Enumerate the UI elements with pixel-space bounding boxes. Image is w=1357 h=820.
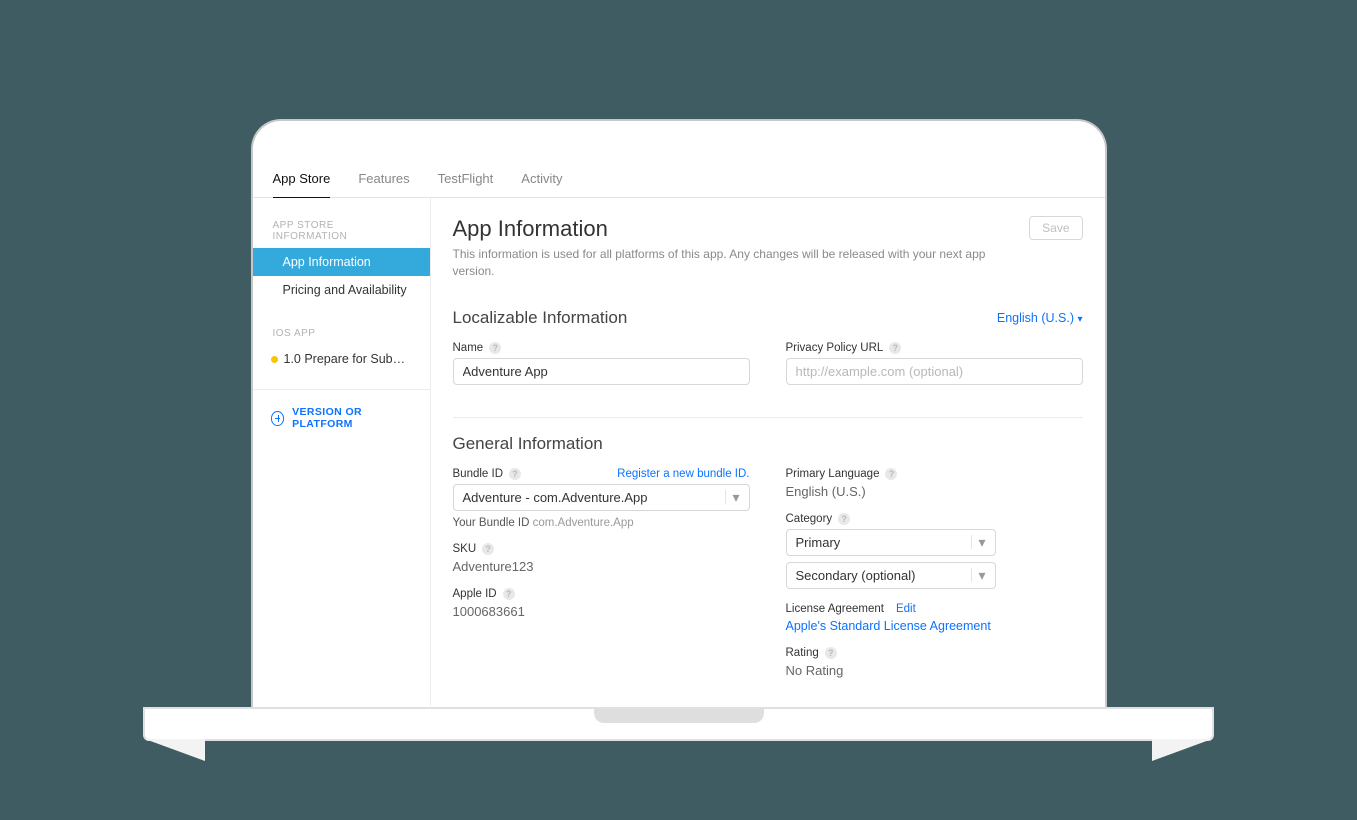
category-secondary-value: Secondary (optional) (796, 568, 916, 583)
chevron-down-icon: ▾ (725, 490, 739, 504)
help-icon[interactable]: ? (889, 342, 901, 354)
name-field-label: Name (453, 342, 484, 354)
register-bundle-id-link[interactable]: Register a new bundle ID. (617, 468, 749, 480)
help-icon[interactable]: ? (885, 468, 897, 480)
chevron-down-icon: ▾ (971, 568, 985, 582)
version-button-label: VERSION OR PLATFORM (292, 406, 411, 430)
license-agreement-link[interactable]: Apple's Standard License Agreement (786, 619, 1083, 633)
plus-circle-icon (271, 411, 285, 426)
primary-language-label: Primary Language (786, 468, 880, 480)
save-button[interactable]: Save (1029, 216, 1082, 240)
section-localizable-information: Localizable Information English (U.S.) ▾ (453, 308, 1083, 399)
name-input[interactable] (453, 358, 750, 385)
tab-activity[interactable]: Activity (521, 159, 562, 197)
laptop-mockup: App Store Features TestFlight Activity A… (143, 119, 1214, 741)
language-picker-label: English (U.S.) (997, 311, 1074, 325)
rating-label: Rating (786, 647, 819, 659)
chevron-down-icon: ▾ (1077, 314, 1082, 325)
sidebar-item-version-1-0[interactable]: 1.0 Prepare for Submiss… (253, 345, 430, 373)
language-picker[interactable]: English (U.S.) ▾ (997, 311, 1083, 325)
help-icon[interactable]: ? (825, 647, 837, 659)
sidebar: APP STORE INFORMATION App Information Pr… (253, 198, 431, 706)
category-primary-value: Primary (796, 535, 841, 550)
tab-features[interactable]: Features (358, 159, 409, 197)
sidebar-section-app-store-info: APP STORE INFORMATION (253, 212, 430, 248)
rating-value: No Rating (786, 663, 1083, 678)
page-title: App Information (453, 216, 1013, 242)
help-icon[interactable]: ? (838, 513, 850, 525)
category-secondary-select[interactable]: Secondary (optional) ▾ (786, 562, 996, 589)
privacy-url-label: Privacy Policy URL (786, 342, 884, 354)
help-icon[interactable]: ? (482, 543, 494, 555)
bundle-id-select[interactable]: Adventure - com.Adventure.App ▾ (453, 484, 750, 511)
bundle-id-label: Bundle ID (453, 468, 504, 480)
page-description: This information is used for all platfor… (453, 246, 1013, 280)
status-dot-icon (271, 356, 278, 363)
tab-app-store[interactable]: App Store (273, 159, 331, 198)
your-bundle-id-label: Your Bundle ID (453, 517, 530, 529)
license-agreement-label: License Agreement (786, 603, 884, 615)
your-bundle-id-value: com.Adventure.App (533, 517, 634, 529)
sku-label: SKU (453, 543, 477, 555)
trackpad-notch (594, 709, 764, 723)
license-edit-link[interactable]: Edit (896, 603, 916, 615)
section-heading-general: General Information (453, 434, 603, 454)
sidebar-section-ios-app: IOS APP (253, 320, 430, 345)
help-icon[interactable]: ? (509, 468, 521, 480)
top-tabs: App Store Features TestFlight Activity (253, 159, 1105, 198)
category-primary-select[interactable]: Primary ▾ (786, 529, 996, 556)
apple-id-value: 1000683661 (453, 604, 750, 619)
sku-value: Adventure123 (453, 559, 750, 574)
category-label: Category (786, 513, 833, 525)
app-window: App Store Features TestFlight Activity A… (253, 159, 1105, 707)
add-version-or-platform-button[interactable]: VERSION OR PLATFORM (271, 406, 412, 430)
bundle-id-select-value: Adventure - com.Adventure.App (463, 490, 648, 505)
section-general-information: General Information Bundle ID ? (453, 417, 1083, 692)
main-content: App Information This information is used… (431, 198, 1105, 706)
primary-language-value: English (U.S.) (786, 484, 1083, 499)
sidebar-item-app-information[interactable]: App Information (253, 248, 430, 276)
sidebar-item-pricing-availability[interactable]: Pricing and Availability (253, 276, 430, 304)
privacy-url-input[interactable] (786, 358, 1083, 385)
section-heading-localizable: Localizable Information (453, 308, 628, 328)
sidebar-item-label: 1.0 Prepare for Submiss… (284, 352, 430, 366)
help-icon[interactable]: ? (503, 588, 515, 600)
chevron-down-icon: ▾ (971, 535, 985, 549)
laptop-base (143, 707, 1214, 741)
laptop-screen: App Store Features TestFlight Activity A… (251, 119, 1107, 707)
apple-id-label: Apple ID (453, 588, 497, 600)
tab-testflight[interactable]: TestFlight (438, 159, 494, 197)
help-icon[interactable]: ? (489, 342, 501, 354)
